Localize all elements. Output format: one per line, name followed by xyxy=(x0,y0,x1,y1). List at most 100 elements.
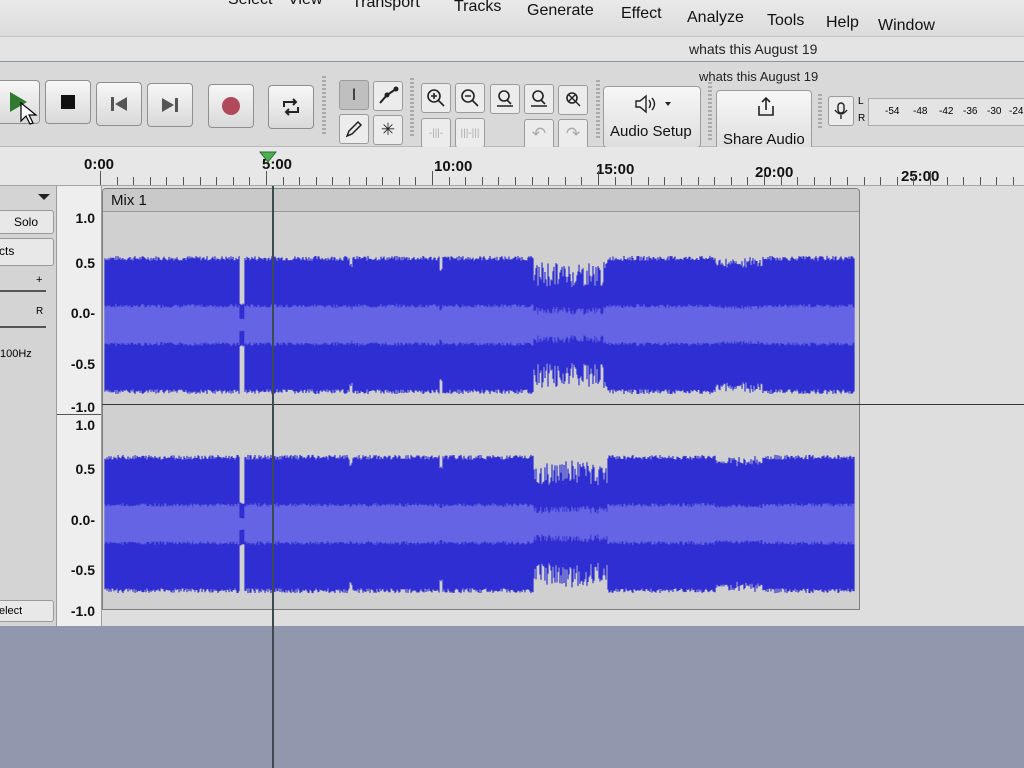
ruler-tick xyxy=(664,177,665,185)
silence-audio-button[interactable]: |||-||| xyxy=(455,118,485,148)
speaker-icon xyxy=(635,94,671,114)
ruler-tick xyxy=(980,177,981,185)
envelope-icon xyxy=(379,86,399,104)
scale-label: 0.5 xyxy=(75,255,95,271)
menu-tools[interactable]: Tools xyxy=(767,12,804,30)
scale-label: -1.0 xyxy=(70,399,95,415)
empty-track-space[interactable] xyxy=(0,626,1024,768)
zoom-toggle-button[interactable] xyxy=(558,85,588,115)
scale-label: 0.0- xyxy=(70,305,95,321)
window-title-bar: whats this August 19 xyxy=(0,37,1024,61)
ruler-tick xyxy=(1013,177,1014,185)
scale-label: -0.5 xyxy=(70,562,95,578)
ruler-tick xyxy=(565,177,566,185)
pan-right-label: R xyxy=(36,306,44,317)
ruler-tick xyxy=(515,177,516,185)
ruler-tick xyxy=(498,177,499,185)
zoom-out-button[interactable] xyxy=(455,83,485,113)
playhead-marker-icon[interactable] xyxy=(258,150,278,164)
toolbar-grip[interactable] xyxy=(596,80,600,140)
ruler-tick xyxy=(747,177,748,185)
redo-button[interactable]: ↷ xyxy=(558,119,588,149)
ruler-tick xyxy=(864,177,865,185)
solo-button[interactable]: Solo xyxy=(0,210,54,234)
window-title: whats this August 19 xyxy=(689,41,818,57)
menu-generate[interactable]: Generate xyxy=(527,2,594,20)
menu-view[interactable]: View xyxy=(288,0,322,9)
zoom-in-button[interactable] xyxy=(421,83,451,113)
audio-clip[interactable]: Mix 1 xyxy=(102,188,860,610)
share-audio-button[interactable]: Share Audio xyxy=(716,90,812,152)
skip-to-start-button[interactable] xyxy=(96,82,142,126)
ruler-tick xyxy=(266,171,267,185)
ruler-tick xyxy=(150,177,151,185)
ruler-tick xyxy=(930,171,931,185)
stop-icon xyxy=(61,95,75,109)
scale-label: 0.0- xyxy=(70,512,95,528)
ruler-label: 25:00 xyxy=(901,168,940,185)
sample-rate-label: 100Hz xyxy=(0,348,32,360)
menu-effect[interactable]: Effect xyxy=(621,5,662,23)
menu-select[interactable]: Select xyxy=(228,0,272,9)
ruler-tick xyxy=(598,171,599,185)
ruler-tick xyxy=(880,177,881,185)
stop-button[interactable] xyxy=(45,80,91,124)
playhead-cursor-line xyxy=(272,186,274,768)
waveform[interactable] xyxy=(103,212,859,609)
multi-tool-button[interactable]: ✳ xyxy=(373,115,403,145)
ruler-tick xyxy=(532,177,533,185)
trim-audio-button[interactable]: -|||- xyxy=(421,118,451,148)
skip-to-end-button[interactable] xyxy=(147,83,193,127)
track-control-panel: Solo cts + R 100Hz elect xyxy=(0,186,57,626)
record-meter-button[interactable] xyxy=(828,96,854,126)
toolbar-grip[interactable] xyxy=(818,94,822,130)
ruler-tick xyxy=(216,177,217,185)
fit-project-button[interactable] xyxy=(524,84,554,114)
toolbar-grip[interactable] xyxy=(322,76,326,136)
ruler-tick xyxy=(963,177,964,185)
meter-left-label: L xyxy=(858,96,864,107)
selection-tool-button[interactable]: I xyxy=(339,80,369,110)
undo-button[interactable]: ↶ xyxy=(524,119,554,149)
ruler-tick xyxy=(581,177,582,185)
menu-window[interactable]: Window xyxy=(878,17,935,35)
draw-tool-button[interactable] xyxy=(339,114,369,144)
ruler-tick xyxy=(316,177,317,185)
scale-label: -0.5 xyxy=(70,356,95,372)
pan-slider[interactable] xyxy=(0,326,46,328)
menu-analyze[interactable]: Analyze xyxy=(687,9,744,27)
ruler-tick xyxy=(133,177,134,185)
ruler-tick xyxy=(847,177,848,185)
timeline-ruler[interactable]: 0:00 5:00 10:00 15:00 20:00 25:00 xyxy=(0,147,1024,186)
audio-setup-button[interactable]: Audio Setup xyxy=(603,86,701,148)
menu-tracks[interactable]: Tracks xyxy=(454,0,501,16)
envelope-tool-button[interactable] xyxy=(373,81,403,111)
gain-slider[interactable] xyxy=(0,290,46,292)
loop-icon xyxy=(283,98,299,116)
ruler-tick xyxy=(482,177,483,185)
ruler-tick xyxy=(615,177,616,185)
ruler-tick xyxy=(947,177,948,185)
menu-help[interactable]: Help xyxy=(826,14,859,32)
scale-label: 0.5 xyxy=(75,461,95,477)
ruler-label: 10:00 xyxy=(434,158,473,175)
toolbar-grip[interactable] xyxy=(410,78,414,138)
audio-setup-label: Audio Setup xyxy=(610,123,692,140)
menu-transport[interactable]: Transport xyxy=(352,0,420,12)
ruler-tick xyxy=(698,177,699,185)
pencil-icon xyxy=(345,120,363,138)
clip-header[interactable]: Mix 1 xyxy=(103,189,859,212)
ruler-tick xyxy=(299,177,300,185)
record-button[interactable] xyxy=(208,84,254,128)
ruler-tick xyxy=(814,177,815,185)
select-button[interactable]: elect xyxy=(0,600,54,622)
recording-meter[interactable]: -54 -48 -42 -36 -30 -24 xyxy=(868,98,1024,126)
skip-to-end-icon xyxy=(162,98,178,112)
effects-button[interactable]: cts xyxy=(0,238,54,266)
ruler-tick xyxy=(631,177,632,185)
track-menu-arrow-icon[interactable] xyxy=(36,192,52,202)
fit-selection-button[interactable] xyxy=(490,84,520,114)
loop-button[interactable] xyxy=(268,85,314,129)
vertical-scale[interactable]: 1.0 0.5 0.0- -0.5 -1.0 1.0 0.5 0.0- -0.5… xyxy=(57,186,102,626)
toolbar-grip[interactable] xyxy=(708,82,712,142)
